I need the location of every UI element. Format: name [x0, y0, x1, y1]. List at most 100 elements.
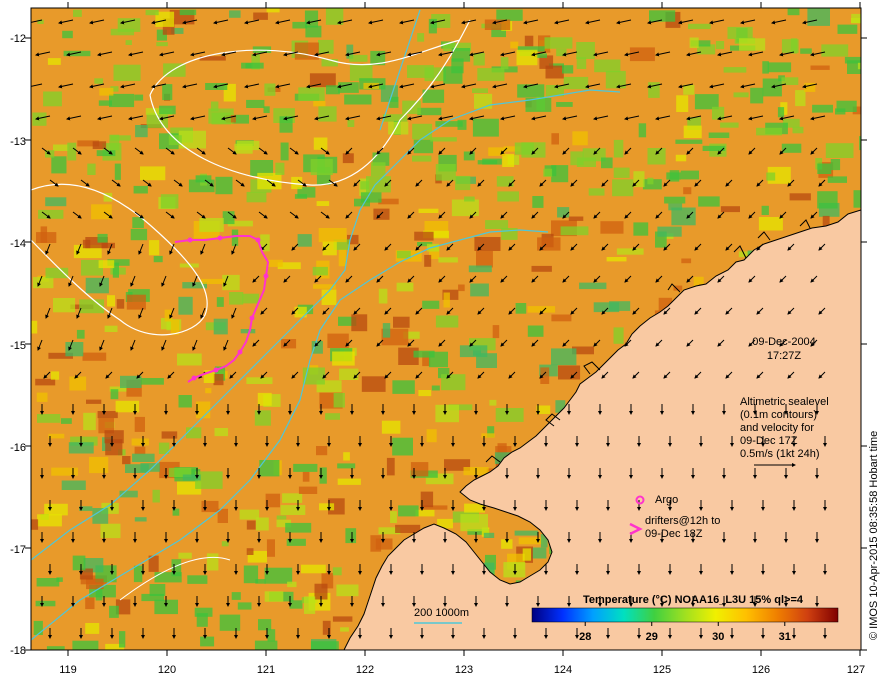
lat-tick-label: -14 — [10, 238, 26, 250]
sst-patch — [497, 191, 519, 202]
sst-patch — [332, 616, 353, 622]
sst-patch — [110, 28, 135, 36]
sst-patch — [214, 428, 228, 437]
sst-patch — [264, 591, 284, 602]
sst-patch — [229, 10, 241, 18]
sst-patch — [671, 207, 696, 226]
sst-patch — [35, 378, 56, 386]
sst-patch — [612, 179, 634, 197]
sst-patch — [298, 486, 318, 494]
sst-patch — [543, 168, 553, 177]
sst-patch — [556, 102, 573, 107]
sst-patch — [325, 85, 340, 95]
sst-patch — [311, 341, 323, 354]
sst-patch — [298, 87, 325, 101]
sst-patch — [134, 94, 144, 101]
sst-patch — [382, 114, 408, 122]
sst-patch — [474, 93, 493, 109]
sst-map: 119 120 121 122 123 124 125 126 127 -12 … — [10, 2, 880, 676]
sst-patch — [125, 464, 149, 473]
sst-patch — [302, 471, 310, 482]
sst-patch — [431, 385, 440, 391]
sst-patch — [472, 88, 488, 93]
sst-patch — [130, 228, 148, 241]
sst-patch — [294, 42, 319, 60]
sst-patch — [647, 177, 654, 185]
lon-tick-label: 123 — [455, 664, 473, 676]
sst-patch — [515, 303, 527, 314]
sst-patch — [789, 193, 811, 201]
sst-patch — [109, 134, 120, 151]
sst-patch — [32, 112, 47, 126]
sst-patch — [76, 329, 85, 339]
sst-patch — [510, 41, 519, 49]
sst-patch — [110, 389, 119, 400]
lon-tick-label: 125 — [653, 664, 671, 676]
sst-patch — [113, 64, 141, 81]
sst-patch — [332, 351, 355, 366]
sst-patch — [563, 76, 589, 90]
sst-patch — [676, 95, 689, 112]
sst-patch — [309, 73, 336, 88]
sst-patch — [35, 600, 56, 607]
sst-patch — [63, 50, 91, 57]
sst-patch — [266, 8, 280, 13]
sst-patch — [681, 258, 692, 264]
sst-patch — [758, 217, 783, 231]
sst-patch — [537, 237, 561, 251]
sst-patch — [258, 619, 272, 631]
sst-patch — [115, 400, 140, 413]
sst-patch — [161, 431, 178, 439]
sst-patch — [412, 155, 432, 162]
sst-patch — [67, 142, 77, 161]
sst-patch — [222, 274, 240, 291]
sst-patch — [836, 100, 857, 112]
sst-patch — [254, 410, 271, 426]
sst-patch — [213, 374, 224, 386]
sst-patch — [241, 62, 264, 69]
sst-patch — [516, 49, 538, 66]
sst-patch — [527, 306, 556, 313]
sst-patch — [97, 411, 118, 419]
sst-patch — [266, 539, 275, 557]
sst-patch — [73, 9, 82, 17]
sst-patch — [338, 82, 359, 93]
sst-patch — [609, 301, 631, 311]
sst-patch — [264, 83, 276, 96]
sst-patch — [178, 552, 192, 559]
sst-patch — [133, 185, 148, 194]
sst-patch — [675, 139, 703, 144]
sst-patch — [396, 282, 414, 292]
lon-tick-label: 122 — [356, 664, 374, 676]
sst-patch — [281, 339, 297, 349]
argo-label: Argo — [655, 494, 678, 506]
sst-patch — [536, 405, 551, 414]
colorbar-tick-label: 28 — [579, 631, 591, 643]
sst-patch — [817, 191, 838, 209]
sst-patch — [800, 48, 812, 54]
sst-patch — [37, 514, 62, 527]
sst-patch — [489, 399, 497, 406]
drifter-point — [255, 237, 261, 243]
sst-patch — [141, 593, 164, 602]
sst-patch — [114, 163, 121, 180]
sst-patch — [246, 99, 265, 108]
sst-patch — [601, 157, 613, 169]
sst-patch — [83, 412, 96, 431]
sst-patch — [134, 517, 147, 522]
sst-patch — [253, 12, 268, 20]
sst-patch — [613, 139, 624, 158]
sst-patch — [89, 456, 109, 474]
lon-tick-label: 127 — [847, 664, 865, 676]
sst-patch — [37, 414, 61, 423]
time-label: 17:27Z — [767, 350, 802, 362]
sst-patch — [527, 325, 544, 337]
sst-patch — [428, 18, 437, 34]
sst-patch — [360, 181, 369, 190]
sst-patch — [390, 511, 397, 523]
sst-patch — [398, 505, 419, 517]
sst-patch — [65, 342, 84, 357]
sst-patch — [231, 229, 239, 246]
lat-tick-label: -17 — [10, 544, 26, 556]
sst-patch — [463, 151, 475, 161]
